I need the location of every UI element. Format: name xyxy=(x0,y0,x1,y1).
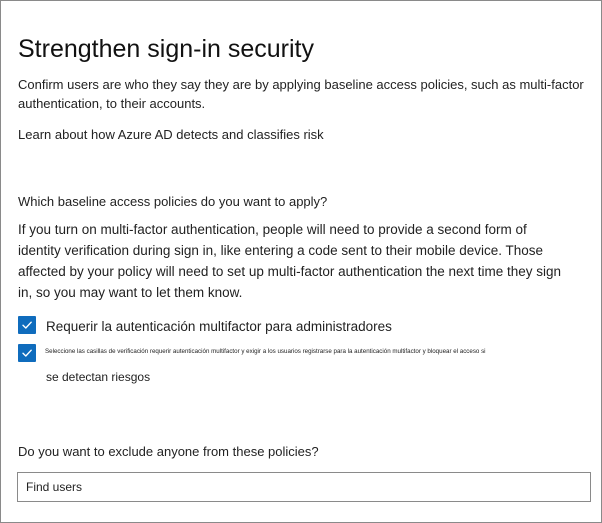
policies-question: Which baseline access policies do you wa… xyxy=(18,194,328,209)
require-mfa-users-label: Seleccione las casillas de verificación … xyxy=(45,344,577,385)
require-mfa-users-checkbox[interactable] xyxy=(18,344,36,362)
require-mfa-users-label-line-2: se detectan riesgos xyxy=(46,370,151,384)
checkmark-icon xyxy=(22,321,32,329)
strengthen-sign-in-security-panel: Strengthen sign-in security Confirm user… xyxy=(0,0,602,523)
find-users-input[interactable] xyxy=(17,472,591,502)
checkmark-icon xyxy=(22,349,32,357)
learn-risk-detection-link[interactable]: Learn about how Azure AD detects and cla… xyxy=(18,126,324,143)
mfa-info-text: If you turn on multi-factor authenticati… xyxy=(18,222,562,300)
require-mfa-users-label-line-1: Seleccione las casillas de verificación … xyxy=(45,348,486,355)
exclude-question: Do you want to exclude anyone from these… xyxy=(18,444,319,459)
require-mfa-users-option[interactable]: Seleccione las casillas de verificación … xyxy=(18,344,577,385)
require-mfa-admins-label: Requerir la autenticación multifactor pa… xyxy=(46,319,392,334)
page-title: Strengthen sign-in security xyxy=(18,35,314,63)
require-mfa-admins-checkbox[interactable] xyxy=(18,316,36,334)
intro-text: Confirm users are who they say they are … xyxy=(18,77,584,111)
require-mfa-admins-option[interactable]: Requerir la autenticación multifactor pa… xyxy=(18,316,392,335)
